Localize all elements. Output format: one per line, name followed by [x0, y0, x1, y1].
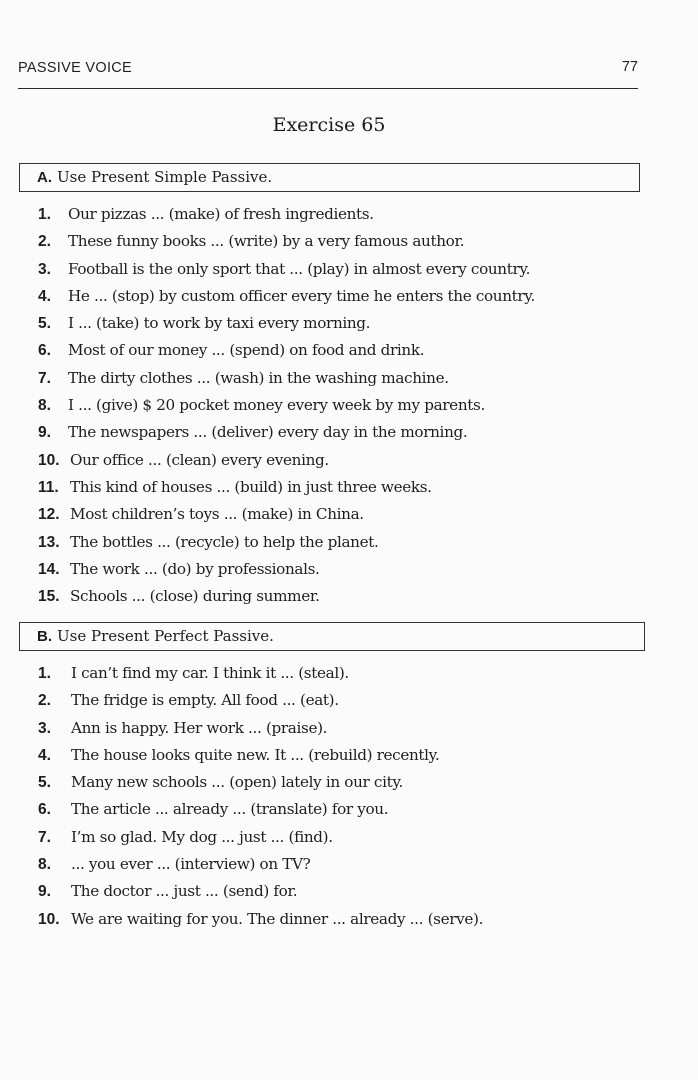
page-number: 77	[621, 59, 638, 75]
item-number: 7.	[38, 369, 51, 387]
exercise-item: 15. Schools ... (close) during summer.	[38, 583, 535, 610]
item-number: 14.	[38, 560, 60, 578]
item-text: The dirty clothes ... (wash) in the wash…	[68, 368, 449, 387]
instruction-box-a: A. Use Present Simple Passive.	[19, 163, 640, 192]
item-text: I ... (give) $ 20 pocket money every wee…	[68, 396, 485, 415]
item-number: 11.	[38, 478, 59, 496]
exercise-item: 11. This kind of houses ... (build) in ju…	[38, 474, 535, 501]
exercise-item: 5. I ... (take) to work by taxi every mor…	[38, 310, 535, 337]
item-text: The house looks quite new. It ... (rebui…	[71, 745, 440, 764]
exercise-item: 14. The work ... (do) by professionals.	[38, 556, 535, 583]
item-text: The work ... (do) by professionals.	[70, 559, 320, 578]
item-text: Most children’s toys ... (make) in China…	[70, 505, 364, 524]
exercise-item: 4. The house looks quite new. It ... (reb…	[38, 742, 483, 769]
section-name: PASSIVE VOICE	[18, 60, 133, 76]
item-text: The bottles ... (recycle) to help the pl…	[70, 532, 379, 551]
item-number: 9.	[38, 424, 51, 442]
exercise-item: 2. The fridge is empty. All food ... (eat…	[38, 687, 483, 714]
exercise-item: 4. He ... (stop) by custom officer every …	[38, 283, 535, 310]
item-text: The doctor ... just ... (send) for.	[71, 882, 298, 901]
item-text: I ... (take) to work by taxi every morni…	[68, 314, 371, 333]
instruction-text: Use Present Simple Passive.	[57, 168, 273, 186]
exercise-item: 2. These funny books ... (write) by a ver…	[38, 228, 535, 255]
item-number: 10.	[38, 451, 60, 469]
item-number: 5.	[38, 774, 51, 792]
item-text: This kind of houses ... (build) in just …	[70, 477, 432, 496]
exercise-item: 5. Many new schools ... (open) lately in …	[38, 769, 483, 796]
item-number: 1.	[38, 665, 51, 682]
exercise-item: 3. Ann is happy. Her work ... (praise).	[38, 715, 483, 742]
item-number: 8.	[38, 856, 51, 874]
item-number: 4.	[38, 287, 51, 305]
exercise-item: 1. Our pizzas ... (make) of fresh ingredi…	[38, 201, 535, 228]
instruction-box-b: B. Use Present Perfect Passive.	[19, 622, 645, 651]
item-text: I can’t find my car. I think it ... (ste…	[71, 664, 349, 682]
item-number: 3.	[38, 260, 51, 278]
item-text: Many new schools ... (open) lately in ou…	[71, 773, 404, 792]
exercise-item: 6. The article ... already ... (translate…	[38, 796, 483, 823]
exercise-item: 8. ... you ever ... (interview) on TV?	[38, 851, 483, 878]
item-number: 1.	[38, 206, 51, 223]
item-number: 12.	[38, 506, 60, 524]
item-number: 2.	[38, 692, 51, 710]
item-number: 15.	[38, 588, 60, 606]
item-number: 4.	[38, 746, 51, 764]
item-text: ... you ever ... (interview) on TV?	[71, 855, 311, 874]
exercise-item: 10. Our office ... (clean) every evening.	[38, 447, 535, 474]
item-text: We are waiting for you. The dinner ... a…	[71, 909, 484, 928]
item-number: 7.	[38, 828, 51, 846]
instruction-letter: A.	[37, 169, 52, 186]
running-header: PASSIVE VOICE 77	[18, 58, 638, 89]
exercise-item: 1. I can’t find my car. I think it ... (s…	[38, 660, 483, 687]
item-text: The article ... already ... (translate) …	[71, 800, 389, 819]
item-number: 3.	[38, 719, 51, 737]
item-text: Our office ... (clean) every evening.	[70, 450, 329, 469]
item-number: 6.	[38, 342, 51, 360]
exercise-item: 9. The newspapers ... (deliver) every day…	[38, 419, 535, 446]
exercise-list-b: 1. I can’t find my car. I think it ... (s…	[38, 660, 483, 933]
item-number: 9.	[38, 883, 51, 901]
item-number: 10.	[38, 910, 60, 928]
exercise-item: 3. Football is the only sport that ... (p…	[38, 256, 535, 283]
item-text: The newspapers ... (deliver) every day i…	[68, 423, 468, 442]
exercise-item: 6. Most of our money ... (spend) on food …	[38, 337, 535, 364]
item-text: The fridge is empty. All food ... (eat).	[71, 691, 339, 710]
item-text: Football is the only sport that ... (pla…	[68, 259, 531, 278]
item-number: 5.	[38, 315, 51, 333]
exercise-item: 9. The doctor ... just ... (send) for.	[38, 878, 483, 905]
exercise-item: 7. The dirty clothes ... (wash) in the wa…	[38, 365, 535, 392]
item-text: Most of our money ... (spend) on food an…	[68, 341, 425, 360]
exercise-item: 7. I’m so glad. My dog ... just ... (find…	[38, 824, 483, 851]
item-text: I’m so glad. My dog ... just ... (find).	[71, 827, 333, 846]
exercise-list-a: 1. Our pizzas ... (make) of fresh ingredi…	[38, 201, 535, 610]
exercise-item: 10. We are waiting for you. The dinner ..…	[38, 906, 483, 933]
exercise-item: 12. Most children’s toys ... (make) in Ch…	[38, 501, 535, 528]
exercise-item: 13. The bottles ... (recycle) to help the…	[38, 529, 535, 556]
item-text: Ann is happy. Her work ... (praise).	[71, 718, 328, 737]
item-text: Our pizzas ... (make) of fresh ingredien…	[68, 205, 374, 223]
item-number: 6.	[38, 801, 51, 819]
exercise-title: Exercise 65	[272, 114, 386, 136]
item-number: 13.	[38, 533, 60, 551]
item-text: Schools ... (close) during summer.	[70, 587, 320, 606]
instruction-text: Use Present Perfect Passive.	[57, 627, 274, 645]
item-number: 8.	[38, 397, 51, 415]
instruction-letter: B.	[37, 628, 52, 645]
item-number: 2.	[38, 233, 51, 251]
item-text: These funny books ... (write) by a very …	[68, 232, 465, 251]
exercise-item: 8. I ... (give) $ 20 pocket money every w…	[38, 392, 535, 419]
item-text: He ... (stop) by custom officer every ti…	[68, 286, 535, 305]
